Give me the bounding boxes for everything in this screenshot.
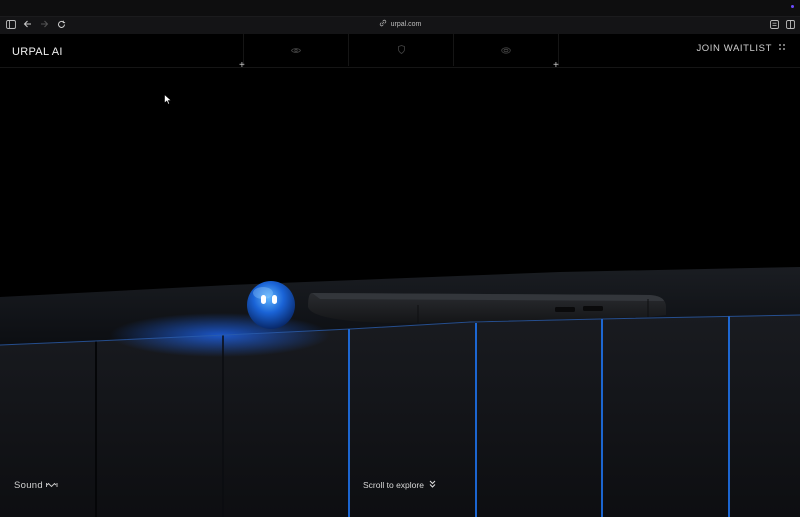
device-port-2 <box>583 306 603 311</box>
reader-icon[interactable] <box>768 18 780 30</box>
sidebar-toggle-icon[interactable] <box>5 18 17 30</box>
nav-item-shield[interactable] <box>348 33 453 66</box>
forward-icon[interactable] <box>38 18 50 30</box>
reload-icon[interactable] <box>55 18 67 30</box>
shield-icon <box>397 41 405 59</box>
join-waitlist-button[interactable]: JOIN WAITLIST <box>696 43 786 54</box>
title-strip <box>0 0 800 16</box>
scroll-label: Scroll to explore <box>363 480 424 490</box>
sound-wave-icon <box>45 480 58 491</box>
grid-dots-icon <box>778 43 786 54</box>
device-port-1 <box>555 307 575 312</box>
lens-icon <box>501 41 511 59</box>
sound-toggle[interactable]: Sound <box>14 480 58 491</box>
join-waitlist-label: JOIN WAITLIST <box>696 43 772 54</box>
status-dot <box>791 5 794 8</box>
scroll-to-explore[interactable]: Scroll to explore <box>363 480 436 490</box>
orb-robot <box>247 281 295 329</box>
url-text: urpal.com <box>390 20 422 28</box>
browser-chrome: urpal.com <box>0 0 800 34</box>
hero-scene <box>0 267 800 517</box>
site-logo[interactable]: URPAL AI <box>12 46 63 58</box>
double-chevron-down-icon <box>429 480 436 490</box>
orb-eye-left <box>261 295 266 304</box>
nav-item-eye[interactable] <box>243 33 348 66</box>
address-bar[interactable]: urpal.com <box>360 17 440 31</box>
back-icon[interactable] <box>21 18 33 30</box>
link-icon <box>379 19 387 29</box>
sound-label: Sound <box>14 480 43 491</box>
split-view-icon[interactable] <box>784 18 796 30</box>
orb-eye-right <box>272 295 277 304</box>
eye-icon <box>291 41 301 59</box>
nav-item-lens[interactable] <box>453 33 559 66</box>
